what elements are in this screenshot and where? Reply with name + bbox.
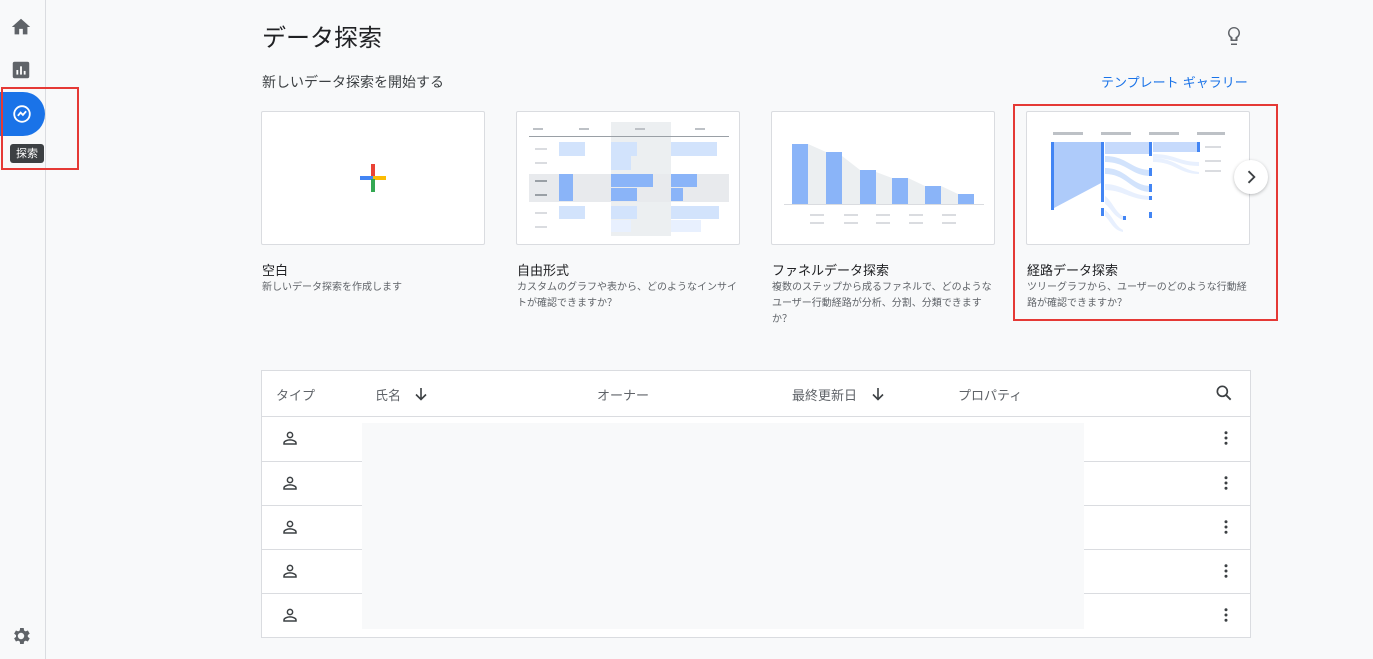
chevron-right-icon	[1247, 170, 1256, 184]
arrow-down-sort-icon[interactable]	[413, 386, 429, 402]
free-form-template-card[interactable]	[516, 111, 740, 245]
reports-icon[interactable]	[10, 59, 32, 81]
column-header-owner[interactable]: オーナー	[597, 385, 649, 404]
more-vert-icon[interactable]	[1217, 562, 1235, 580]
explorations-table: タイプ 氏名 オーナー 最終更新日 プロパティ	[261, 370, 1251, 638]
section-title: 新しいデータ探索を開始する	[262, 75, 444, 91]
explore-nav-button[interactable]	[0, 92, 45, 136]
card-title-blank: 空白	[262, 264, 289, 279]
person-icon	[283, 476, 297, 490]
person-icon	[283, 431, 297, 445]
more-vert-icon[interactable]	[1217, 474, 1235, 492]
column-header-type[interactable]: タイプ	[276, 385, 315, 404]
page-title: データ探索	[262, 24, 382, 52]
plus-icon	[360, 164, 386, 192]
path-tree-thumbnail	[1051, 132, 1225, 232]
card-desc-blank: 新しいデータ探索を作成します	[262, 282, 402, 293]
funnel-template-card[interactable]	[771, 111, 995, 245]
path-template-card[interactable]	[1026, 111, 1250, 245]
explore-tooltip: 探索	[10, 144, 44, 163]
more-vert-icon[interactable]	[1217, 606, 1235, 624]
column-header-last-updated[interactable]: 最終更新日	[792, 385, 857, 404]
home-icon[interactable]	[10, 16, 32, 38]
card-title-free-form: 自由形式	[517, 264, 570, 279]
column-header-name[interactable]: 氏名	[375, 385, 401, 404]
column-header-property[interactable]: プロパティ	[958, 385, 1022, 404]
more-vert-icon[interactable]	[1217, 518, 1235, 536]
redacted-content-area	[362, 423, 1084, 629]
lightbulb-icon[interactable]	[1222, 24, 1246, 48]
person-icon	[283, 520, 297, 534]
card-title-path: 経路データ探索	[1027, 264, 1119, 279]
template-gallery-link[interactable]: テンプレート ギャラリー	[1101, 72, 1248, 91]
search-icon[interactable]	[1214, 383, 1234, 403]
card-desc-funnel: 複数のステップから成るファネルで、どのようなユーザー行動経路が分析、分割、分類で…	[772, 282, 992, 325]
funnel-thumbnail	[784, 144, 984, 224]
arrow-down-sort-icon[interactable]	[870, 386, 886, 402]
settings-gear-icon[interactable]	[10, 625, 32, 647]
person-icon	[283, 564, 297, 578]
carousel-next-button[interactable]	[1234, 160, 1268, 194]
free-form-thumbnail	[529, 122, 729, 236]
person-icon	[283, 608, 297, 622]
left-nav-rail: 探索	[0, 0, 46, 659]
card-desc-free-form: カスタムのグラフや表から、どのようなインサイトが確認できますか？	[517, 282, 737, 309]
more-vert-icon[interactable]	[1217, 429, 1235, 447]
blank-template-card[interactable]	[261, 111, 485, 245]
card-desc-path: ツリーグラフから、ユーザーのどのような行動経路が確認できますか？	[1027, 282, 1247, 309]
card-title-funnel: ファネルデータ探索	[772, 264, 890, 279]
explore-icon	[13, 105, 31, 123]
